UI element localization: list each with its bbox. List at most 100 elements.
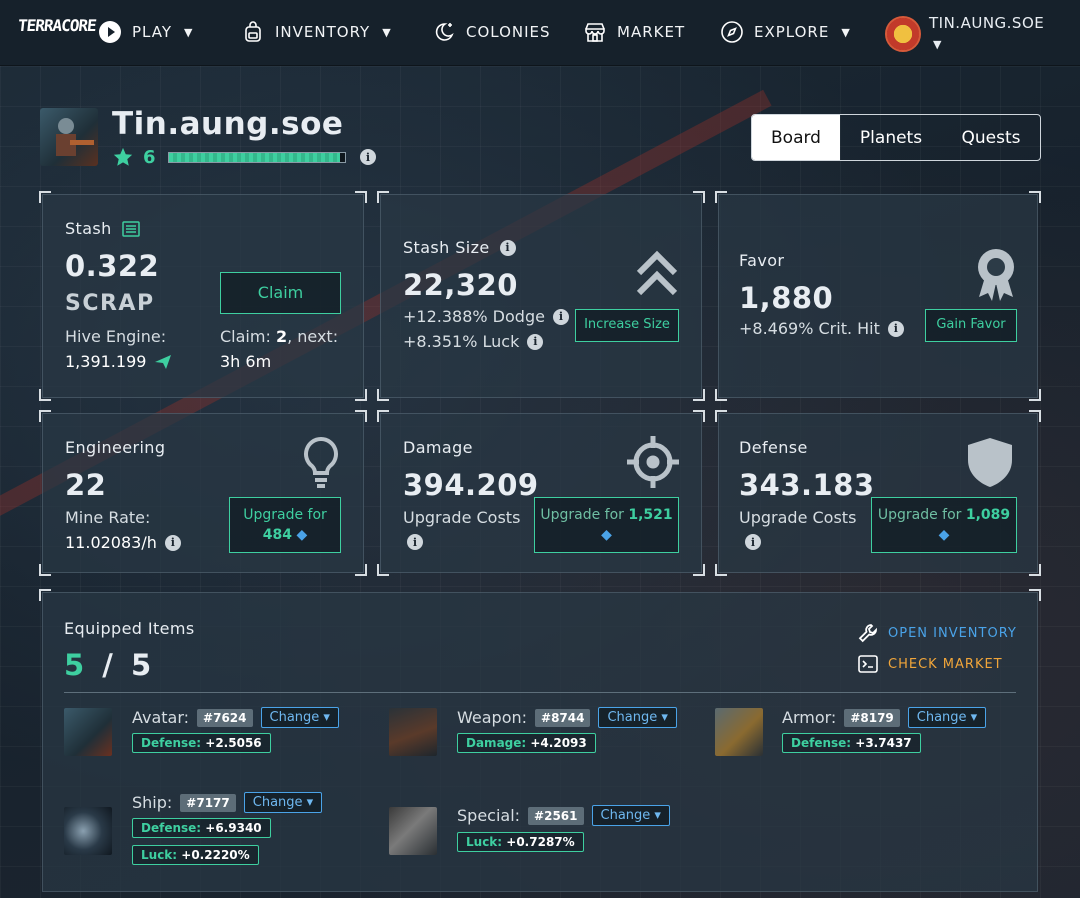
change-special-button[interactable]: Change ▾ bbox=[591, 805, 670, 826]
nav-colonies[interactable]: COLONIES bbox=[432, 20, 551, 44]
open-inventory-label: OPEN INVENTORY bbox=[888, 625, 1017, 641]
gem-icon: ◆ bbox=[296, 527, 308, 543]
play-icon bbox=[99, 21, 121, 43]
open-inventory-link[interactable]: OPEN INVENTORY bbox=[858, 623, 1017, 643]
chevron-down-icon: ▼ bbox=[184, 25, 194, 39]
change-ship-button[interactable]: Change ▾ bbox=[243, 792, 323, 813]
equipped-items-title: Equipped Items bbox=[64, 619, 195, 638]
favor-title: Favor bbox=[739, 251, 785, 270]
damage-card: Damage 394.209 Upgrade Costs i Upgrade f… bbox=[377, 410, 705, 576]
avatar-item-image[interactable] bbox=[64, 708, 112, 756]
nav-market[interactable]: MARKET bbox=[583, 20, 685, 44]
nav-play-label: PLAY bbox=[132, 23, 173, 41]
crosshair-icon bbox=[627, 436, 679, 488]
item-id-badge: #7177 bbox=[180, 793, 236, 812]
change-weapon-button[interactable]: Change ▾ bbox=[598, 707, 677, 728]
claim-button[interactable]: Claim bbox=[220, 272, 341, 314]
crit-value: +8.469% Crit. Hit bbox=[739, 319, 880, 338]
profile-name: Tin.aung.soe bbox=[112, 106, 344, 142]
stash-card: Stash 0.322 SCRAP Hive Engine: 1,391.199… bbox=[39, 191, 367, 401]
ship-item-image[interactable] bbox=[64, 807, 112, 855]
lightbulb-icon bbox=[304, 436, 338, 488]
stash-value: 0.322 bbox=[65, 249, 160, 283]
item-id-badge: #7624 bbox=[197, 708, 253, 727]
claim-time: 3h 6m bbox=[220, 352, 272, 371]
defense-upgrade-costs-label: Upgrade Costs bbox=[739, 508, 857, 527]
engineering-title: Engineering bbox=[65, 438, 166, 457]
equipped-count-current: 5 bbox=[64, 648, 89, 682]
terracore-logo[interactable]: TERRACORE bbox=[17, 16, 97, 35]
upgrade-damage-button[interactable]: Upgrade for 1,521 ◆ bbox=[534, 497, 679, 553]
section-divider bbox=[64, 692, 1016, 693]
armor-item-image[interactable] bbox=[715, 708, 763, 756]
nav-market-label: MARKET bbox=[617, 23, 686, 41]
check-market-link[interactable]: CHECK MARKET bbox=[858, 655, 1003, 673]
tab-planets[interactable]: Planets bbox=[840, 115, 942, 160]
upgrade-cost: 484 bbox=[262, 527, 292, 543]
store-icon bbox=[585, 23, 605, 42]
change-avatar-button[interactable]: Change ▾ bbox=[260, 707, 339, 728]
info-icon[interactable]: i bbox=[745, 534, 761, 550]
info-icon[interactable]: i bbox=[552, 308, 569, 325]
equipped-count-total: 5 bbox=[130, 648, 156, 682]
upgrade-engineering-button[interactable]: Upgrade for 484 ◆ bbox=[229, 497, 341, 553]
nav-play[interactable]: PLAY ▼ bbox=[98, 20, 193, 44]
upgrade-cost: 1,521 bbox=[628, 506, 673, 523]
xp-progress-fill bbox=[169, 153, 340, 162]
mine-rate-label: Mine Rate: bbox=[65, 508, 151, 527]
item-slot-label: Avatar: bbox=[132, 708, 190, 727]
item-stat-badge: Defense: +3.7437 bbox=[782, 733, 921, 753]
compass-icon bbox=[721, 21, 743, 43]
claim-info: Claim: 2, next: bbox=[220, 327, 338, 346]
send-icon[interactable] bbox=[154, 354, 172, 370]
chevron-double-up-icon bbox=[636, 250, 678, 296]
weapon-item-image[interactable] bbox=[389, 708, 437, 756]
tab-board[interactable]: Board bbox=[752, 115, 840, 160]
user-avatar[interactable] bbox=[885, 16, 921, 52]
crit-stat: +8.469% Crit. Hit i bbox=[739, 319, 904, 338]
increase-size-button[interactable]: Increase Size bbox=[575, 309, 679, 342]
view-tabs: Board Planets Quests bbox=[751, 114, 1041, 161]
favor-value: 1,880 bbox=[739, 281, 834, 315]
item-id-badge: #8744 bbox=[535, 708, 591, 727]
nav-explore[interactable]: EXPLORE ▼ bbox=[720, 20, 851, 44]
chevron-down-icon: ▼ bbox=[841, 25, 851, 39]
level-number: 6 bbox=[143, 147, 156, 168]
info-icon[interactable]: i bbox=[407, 534, 423, 550]
item-slot-label: Special: bbox=[457, 806, 521, 825]
damage-upgrade-costs-label: Upgrade Costs bbox=[403, 508, 521, 527]
mine-rate: 11.02083/h i bbox=[65, 533, 181, 552]
special-item-image[interactable] bbox=[389, 807, 437, 855]
stash-unit: SCRAP bbox=[65, 291, 155, 316]
upgrade-label: Upgrade for bbox=[877, 506, 962, 523]
nav-explore-label: EXPLORE bbox=[754, 23, 830, 41]
moon-star-icon bbox=[435, 23, 454, 41]
item-slot-label: Armor: bbox=[782, 708, 837, 727]
gain-favor-button[interactable]: Gain Favor bbox=[925, 309, 1017, 342]
info-icon[interactable]: i bbox=[527, 333, 544, 350]
upgrade-defense-button[interactable]: Upgrade for 1,089 ◆ bbox=[871, 497, 1017, 553]
info-icon[interactable]: i bbox=[164, 534, 181, 551]
ledger-icon[interactable] bbox=[121, 220, 140, 237]
info-icon[interactable]: i bbox=[499, 239, 516, 256]
nav-inventory[interactable]: INVENTORY ▼ bbox=[241, 20, 392, 44]
item-stat-badge: Luck: +0.2220% bbox=[132, 845, 259, 865]
hive-engine-value: 1,391.199 bbox=[65, 352, 147, 371]
hive-engine-label: Hive Engine: bbox=[65, 327, 167, 346]
equipped-count: 5 / 5 bbox=[64, 648, 156, 682]
change-armor-button[interactable]: Change ▾ bbox=[907, 707, 987, 728]
defense-card: Defense 343.183 Upgrade Costs i Upgrade … bbox=[715, 410, 1041, 576]
chevron-down-icon[interactable]: ▼ bbox=[933, 38, 941, 51]
defense-title: Defense bbox=[739, 438, 808, 457]
gem-icon: ◆ bbox=[601, 527, 612, 543]
info-icon[interactable]: i bbox=[887, 320, 904, 337]
mine-rate-value: 11.02083/h bbox=[65, 533, 157, 552]
damage-value: 394.209 bbox=[403, 468, 539, 502]
item-armor-header: Armor: #8179 Change ▾ bbox=[782, 707, 987, 728]
profile-avatar bbox=[40, 108, 98, 166]
tab-quests[interactable]: Quests bbox=[942, 115, 1040, 160]
damage-title: Damage bbox=[403, 438, 473, 457]
backpack-icon bbox=[245, 21, 261, 42]
user-menu-name[interactable]: TIN.AUNG.SOE bbox=[929, 14, 1044, 32]
info-icon[interactable]: i bbox=[360, 149, 376, 165]
